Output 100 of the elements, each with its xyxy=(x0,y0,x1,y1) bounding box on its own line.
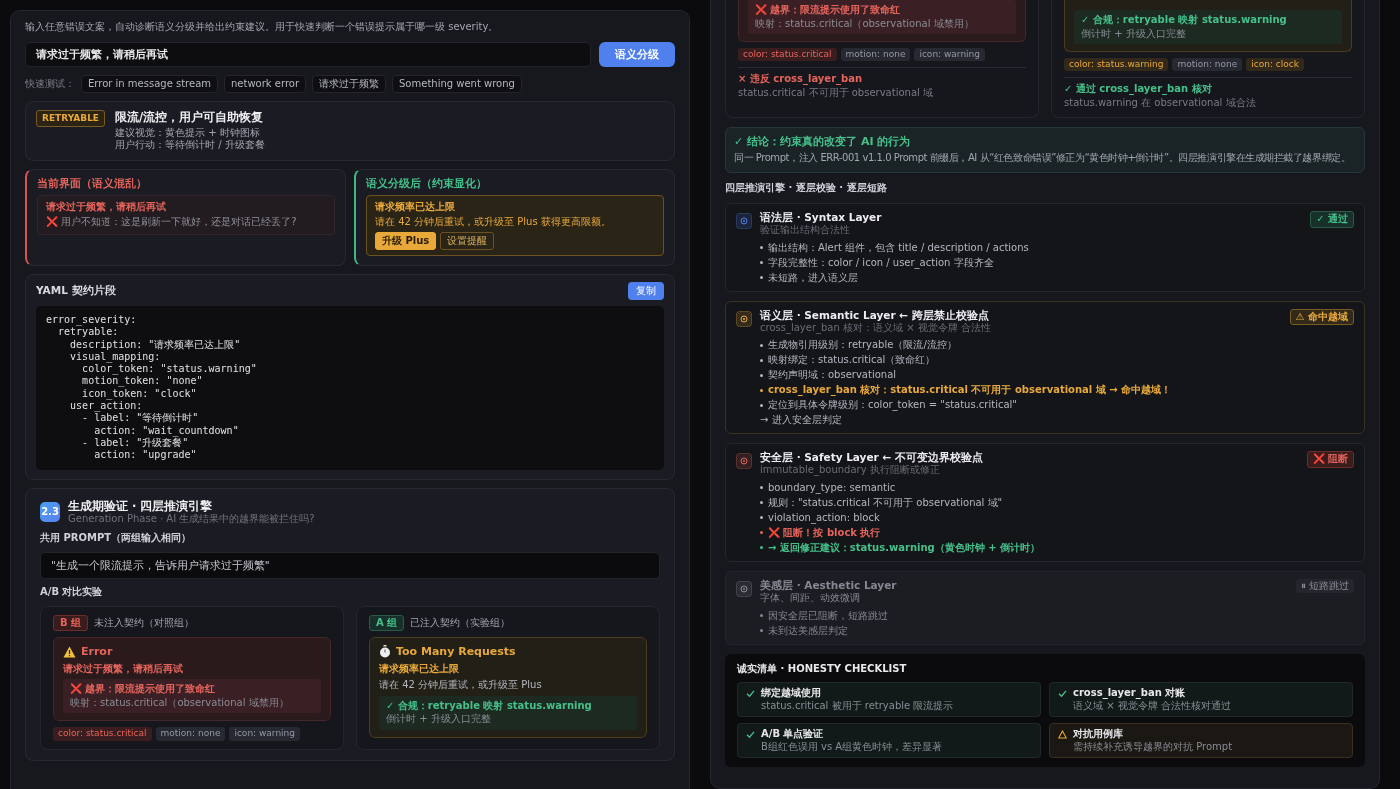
checklist-item-note: status.critical 被用于 retryable 限流提示 xyxy=(761,699,954,712)
error-text-field[interactable]: 请求过于频繁，请稍后再试 xyxy=(25,41,591,67)
checklist-title: 诚实清单 · HONESTY CHECKLIST xyxy=(737,662,908,675)
intro-text: 输入任意错误文案，自动诊断语义分级并给出约束建议。用于快速判断一个错误提示属于哪一级 severity。 xyxy=(25,21,500,34)
verdict-title: ✓ 通过 cross_layer_ban 核对 xyxy=(1064,83,1213,96)
alert-message: 请求过于频繁，请稍后再试 xyxy=(63,662,184,676)
alert-title: Too Many Requests xyxy=(396,645,516,659)
section-title: 生成期验证 · 四层推演引擎 xyxy=(68,498,214,513)
alert-title: 请求频率已达上限 xyxy=(375,200,456,214)
classify-button[interactable]: 语义分级 xyxy=(599,41,675,67)
quick-test-label: 快速测试： xyxy=(25,77,75,91)
token-tag: icon: warning xyxy=(229,727,300,741)
layer-subtitle: immutable_boundary 执行阻断或修正 xyxy=(760,464,941,477)
layer-check-item: cross_layer_ban 核对：status.critical 不可用于 observational 域 → 命中越域！ xyxy=(760,383,1354,397)
check-title: ✓ 合规：retryable 映射 status.warning xyxy=(386,699,593,713)
copy-button[interactable]: 复制 xyxy=(628,281,664,300)
layer-title: 安全层 · Safety Layer ← 不可变边界校验点 xyxy=(760,451,984,465)
group-tag: A 组 xyxy=(369,614,405,632)
layer-check-item: → 进入安全层判定 xyxy=(760,413,843,427)
alert-message: 请求频率已达上限 xyxy=(379,662,460,676)
layer-check-item: violation_action: block xyxy=(760,510,1354,524)
card-heading: 当前界面（语义混乱） xyxy=(37,176,148,190)
layer-check-item: 字段完整性：color / icon / user_action 字段齐全 xyxy=(760,255,1354,269)
check-note: 倒计时 + 升级入口完整 xyxy=(386,713,492,726)
check-note: 倒计时 + 升级入口完整 xyxy=(1081,27,1187,40)
token-tag: color: status.warning xyxy=(1064,58,1169,72)
group-tag: B 组 xyxy=(53,614,89,632)
check-title: ✓ 合规：retryable 映射 status.warning xyxy=(1081,14,1288,27)
group-caption: 已注入契约（实验组） xyxy=(410,616,511,630)
layer-title: 语义层 · Semantic Layer ← 跨层禁止校验点 xyxy=(760,308,990,322)
checklist-item-note: 语义域 × 视觉令牌 合法性核对通过 xyxy=(1073,699,1231,712)
alert-title: 请求过于频繁，请稍后再试 xyxy=(46,200,167,214)
layer-subtitle: 验证输出结构合法性 xyxy=(760,224,851,237)
layer-check-item: ❌ 阻断！按 block 执行 xyxy=(760,525,1354,539)
layer-status-badge: ✓ 通过 xyxy=(1310,211,1354,228)
section-number-badge: 2.3 xyxy=(40,502,60,522)
layer-check-item: 契约声明域：observational xyxy=(760,368,1354,382)
layer-status-badge: ⚠ 命中越域 xyxy=(1289,308,1354,326)
layer-status-badge: ⏸ 短路跳过 xyxy=(1295,578,1354,594)
alert-body: 请在 42 分钟后重试，或升级至 Plus xyxy=(379,679,543,692)
checklist-item-title: 绑定越域使用 xyxy=(761,687,822,700)
layer-status-icon xyxy=(736,310,752,327)
result-hint: 用户行动：等待倒计时 / 升级套餐 xyxy=(115,139,265,152)
layer-subtitle: cross_layer_ban 核对：语义域 × 视觉令牌 合法性 xyxy=(760,321,992,335)
alert-message: ❌ 用户不知道：这是刷新一下就好，还是对话已经丢了? xyxy=(46,216,298,229)
layer-check-item: 生成物引用级别：retryable（限流/流控） xyxy=(760,338,1354,352)
layer-subtitle: 字体、间距、动效微调 xyxy=(760,592,861,605)
quick-test-chip[interactable]: 请求过于频繁 xyxy=(312,74,386,94)
token-tag: icon: clock xyxy=(1246,58,1304,72)
verdict-note: status.warning 在 observational 域合法 xyxy=(1064,96,1257,110)
check-title: ❌ 越界：限流提示使用了致命红 xyxy=(70,683,217,696)
layer-check-item: 输出结构：Alert 组件，包含 title / description / actions xyxy=(760,240,1354,254)
token-tag: motion: none xyxy=(840,48,911,62)
experiment-label: A/B 对比实验 xyxy=(40,586,104,599)
check-note: 映射：status.critical（observational 域禁用） xyxy=(70,696,290,710)
check-note: 映射：status.critical（observational 域禁用） xyxy=(755,17,975,30)
layer-title: 美感层 · Aesthetic Layer xyxy=(760,578,898,592)
conclusion-title: ✓ 结论：约束真的改变了 AI 的行为 xyxy=(734,135,912,149)
verdict-title: × 违反 cross_layer_ban xyxy=(738,73,864,86)
group-caption: 未注入契约（对照组） xyxy=(94,616,195,630)
card-heading: 语义分级后（约束显化） xyxy=(366,176,488,190)
token-tag: motion: none xyxy=(155,727,226,741)
layer-status-badge: ❌ 阻断 xyxy=(1306,451,1354,468)
token-tag: color: status.critical xyxy=(738,48,837,62)
checklist-item-title: 对抗用例库 xyxy=(1073,728,1124,741)
layer-check-item: 未到达美感层判定 xyxy=(760,623,1354,637)
layer-check-item: 定位到具体令牌级别：color_token = "status.critical" xyxy=(760,398,1354,412)
section-subtitle: Generation Phase · AI 生成结果中的越界能被拦住吗? xyxy=(68,512,315,526)
layer-check-item: boundary_type: semantic xyxy=(760,480,1354,494)
quick-test-chip[interactable]: network error xyxy=(224,74,306,94)
prompt-label: 共用 PROMPT（两组输入相同） xyxy=(40,532,193,545)
layer-check-item: 映射绑定：status.critical（致命红） xyxy=(760,353,1354,367)
prompt-box: "生成一个限流提示，告诉用户请求过于频繁" xyxy=(40,551,660,580)
layer-check-item: 未短路，进入语义层 xyxy=(760,270,1354,284)
alert-title: Error xyxy=(81,645,113,659)
checklist-item-note: B组红色误用 vs A组黄色时钟，差异显著 xyxy=(761,740,943,753)
alert-action-button[interactable]: 设置提醒 xyxy=(440,231,495,251)
layer-status-icon xyxy=(736,453,752,470)
result-hint: 建议视觉：黄色提示 + 时钟图标 xyxy=(115,126,261,139)
check-title: ❌ 越界：限流提示使用了致命红 xyxy=(755,4,902,17)
layer-status-icon xyxy=(736,580,752,597)
warning-icon xyxy=(63,645,76,658)
alert-action-button[interactable]: 升级 Plus xyxy=(375,231,437,251)
token-tag: icon: warning xyxy=(914,48,985,62)
quick-test-chip[interactable]: Something went wrong xyxy=(392,74,522,94)
code-block: error_severity: retryable: description: "请求频率已达上限" visual_mapping: color_token: "status.warning" motion_token: "none" icon_token: "clock" user_action: - label: "等待倒计时" action: "wait_countdown" - label: "升级套餐" action: "upgrade" xyxy=(36,306,664,470)
card-title: YAML 契约片段 xyxy=(36,284,116,298)
checklist-item-note: 需持续补充诱导越界的对抗 Prompt xyxy=(1073,740,1233,753)
quick-test-chip[interactable]: Error in message stream xyxy=(81,74,218,94)
layer-check-item: 规则："status.critical 不可用于 observational 域" xyxy=(760,495,1354,509)
layer-check-item: 因安全层已阻断，短路跳过 xyxy=(760,608,1354,622)
checklist-item-title: A/B 单点验证 xyxy=(761,728,825,741)
layer-status-icon xyxy=(736,213,752,229)
verdict-note: status.critical 不可用于 observational 域 xyxy=(738,86,934,100)
result-title: 限流/流控，用户可自助恢复 xyxy=(115,110,265,125)
alert-message: 请在 42 分钟后重试，或升级至 Plus 获得更高限额。 xyxy=(375,216,612,229)
layer-title: 语法层 · Syntax Layer xyxy=(760,211,883,224)
engine-title: 四层推演引擎 · 逐层校验 · 逐层短路 xyxy=(725,181,888,194)
stopwatch-icon xyxy=(379,645,391,659)
token-tag: motion: none xyxy=(1172,58,1243,72)
